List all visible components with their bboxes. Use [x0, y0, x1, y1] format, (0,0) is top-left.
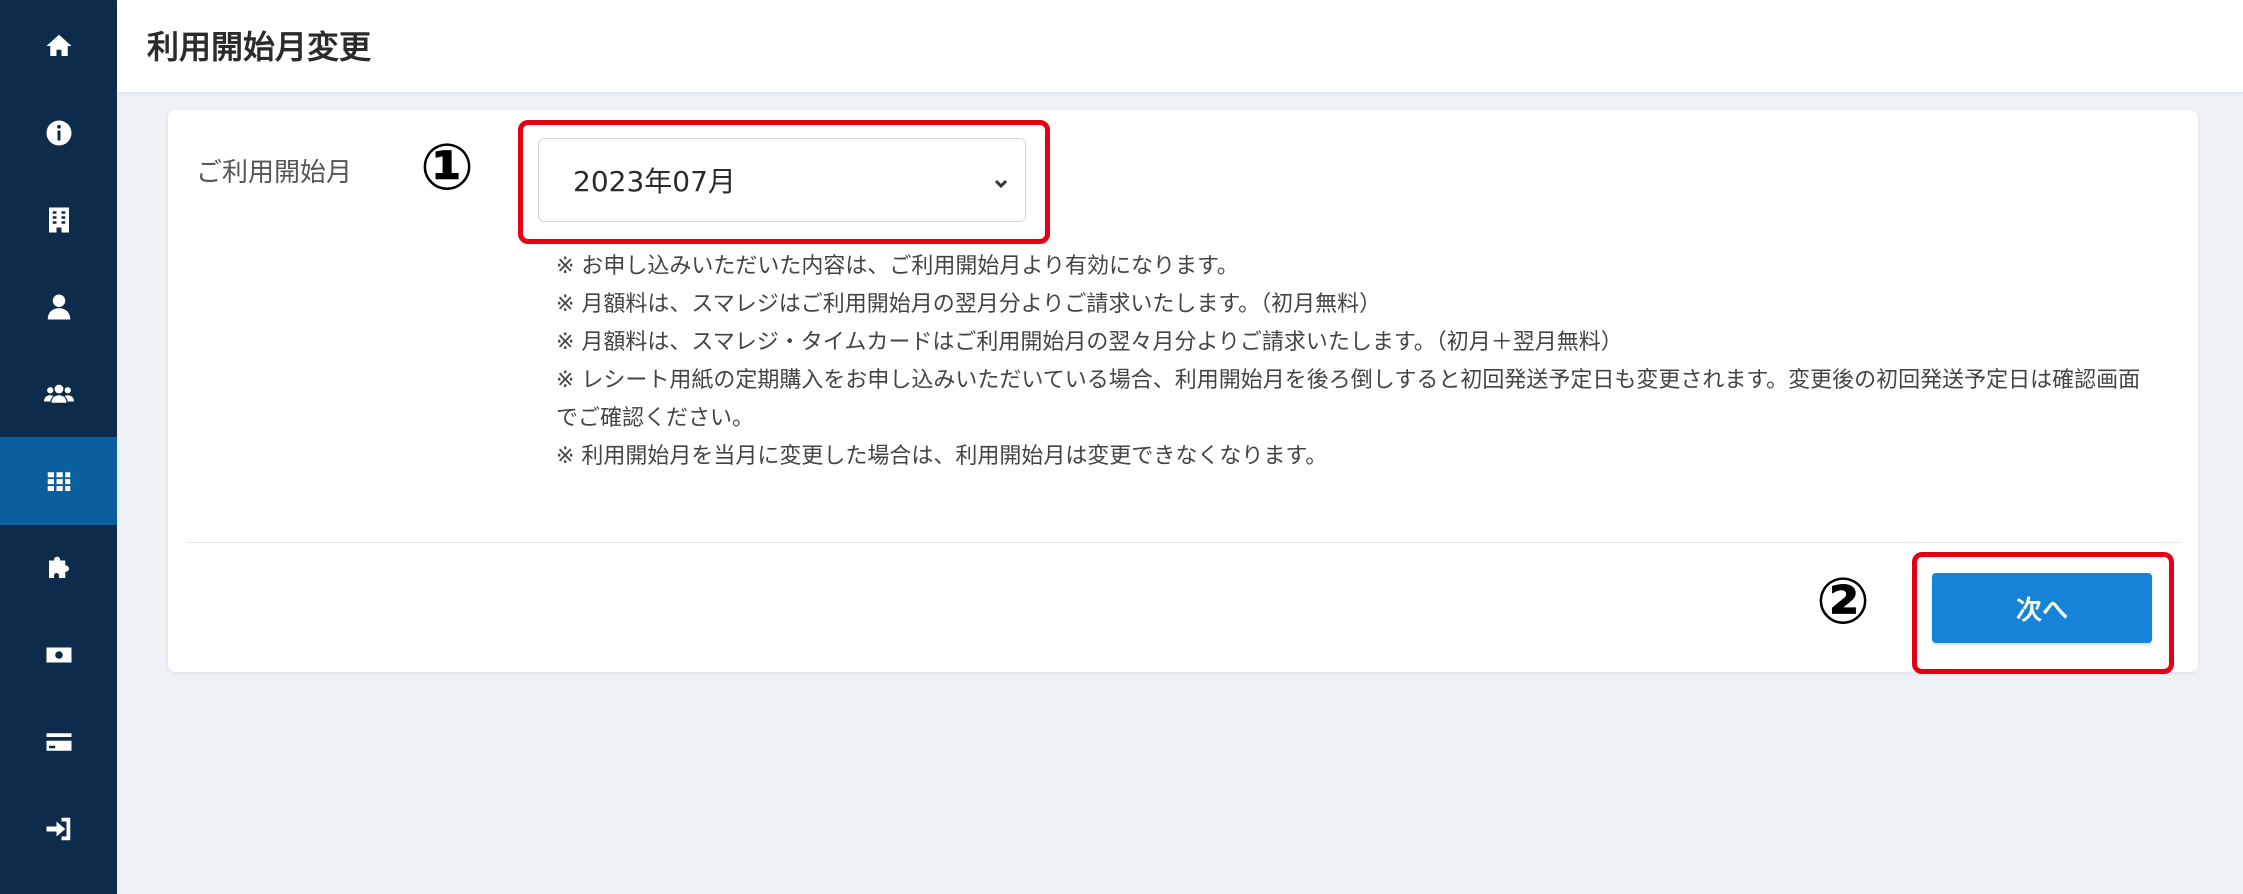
sidebar-item-user[interactable]: [0, 263, 117, 351]
card-divider: [186, 542, 2180, 543]
home-icon: [46, 34, 71, 56]
sidebar-item-logout[interactable]: [0, 785, 117, 873]
money-icon: [46, 647, 71, 663]
sidebar: [0, 0, 117, 894]
note-item: ※ お申し込みいただいた内容は、ご利用開始月より有効になります。: [556, 254, 1239, 279]
page-title: 利用開始月変更: [147, 28, 372, 66]
users-icon: [43, 384, 74, 403]
note-item: ※ 月額料は、スマレジ・タイムカードはご利用開始月の翌々月分よりご請求いたします…: [556, 330, 1623, 355]
start-month-label: ご利用開始月: [196, 158, 353, 188]
sidebar-item-card[interactable]: [0, 698, 117, 786]
notes-list: ※ お申し込みいただいた内容は、ご利用開始月より有効になります。 ※ 月額料は、…: [556, 248, 2156, 476]
chevron-down-icon: [989, 169, 1013, 193]
next-button[interactable]: 次へ: [1932, 573, 2152, 643]
sidebar-item-users[interactable]: [0, 350, 117, 438]
page-header: 利用開始月変更: [117, 0, 2243, 93]
annotation-marker-2: ②: [1816, 565, 1871, 639]
sign-in-icon: [46, 817, 70, 841]
annotation-marker-1: ①: [420, 131, 475, 205]
start-month-select[interactable]: 2023年07月: [538, 138, 1026, 222]
sidebar-item-building[interactable]: [0, 176, 117, 264]
note-item: ※ 月額料は、スマレジはご利用開始月の翌月分よりご請求いたします。（初月無料）: [556, 292, 1382, 317]
sidebar-item-home[interactable]: [0, 2, 117, 90]
sidebar-item-payment[interactable]: [0, 611, 117, 699]
note-item: ※ レシート用紙の定期購入をお申し込みいただいている場合、利用開始月を後ろ倒しす…: [556, 368, 2141, 431]
sidebar-item-addons[interactable]: [0, 524, 117, 612]
grid-icon: [47, 472, 70, 491]
sidebar-item-apps[interactable]: [0, 437, 117, 525]
info-icon: [46, 120, 71, 146]
puzzle-icon: [48, 556, 69, 578]
note-item: ※ 利用開始月を当月に変更した場合は、利用開始月は変更できなくなります。: [556, 444, 1328, 469]
credit-card-icon: [46, 733, 71, 751]
user-icon: [47, 294, 70, 320]
building-icon: [48, 207, 69, 233]
start-month-card: ご利用開始月 ① 2023年07月 ※ お申し込みいただいた内容は、ご利用開始月…: [168, 110, 2198, 674]
start-month-select-value: 2023年07月: [573, 165, 736, 198]
sidebar-item-info[interactable]: [0, 89, 117, 177]
